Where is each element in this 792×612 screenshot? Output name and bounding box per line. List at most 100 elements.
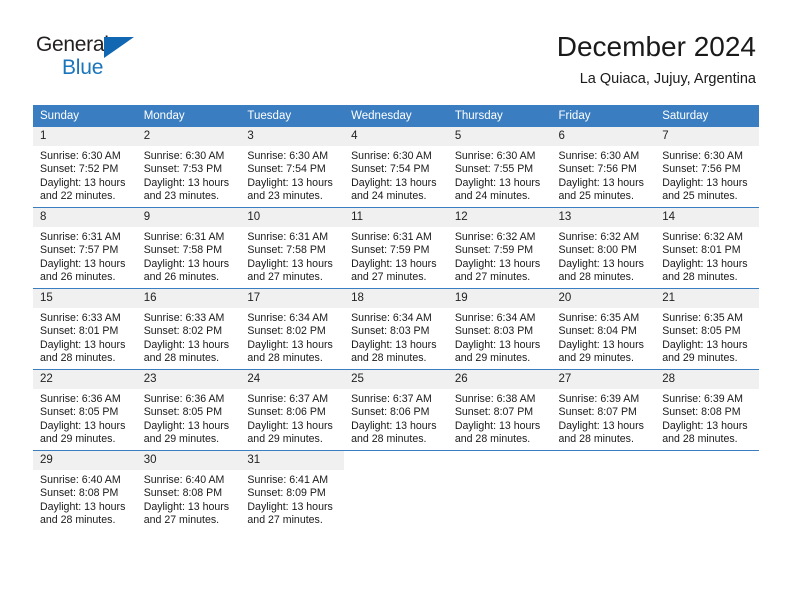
- day-info: Sunrise: 6:37 AM Sunset: 8:06 PM Daylight:…: [344, 389, 448, 447]
- calendar-day-cell-empty: [655, 451, 759, 531]
- day-number: 14: [655, 208, 759, 227]
- day-number: 17: [240, 289, 345, 308]
- day-number: 5: [447, 127, 552, 146]
- sunset-text: Sunset: 8:08 PM: [40, 487, 119, 500]
- daylight-text-line1: Daylight: 13 hours: [351, 338, 437, 351]
- calendar-day-cell[interactable]: 17 Sunrise: 6:34 AM Sunset: 8:02 PM Dayligh…: [240, 289, 345, 369]
- daylight-text-line2: and 25 minutes.: [662, 190, 738, 203]
- calendar-day-cell[interactable]: 2 Sunrise: 6:30 AM Sunset: 7:53 PM Daylight…: [136, 127, 241, 207]
- sunrise-text: Sunrise: 6:39 AM: [558, 393, 640, 405]
- sunset-text: Sunset: 7:56 PM: [558, 163, 637, 176]
- calendar-day-cell[interactable]: 12 Sunrise: 6:32 AM Sunset: 7:59 PM Dayligh…: [447, 208, 552, 288]
- daylight-text-line2: and 28 minutes.: [247, 352, 323, 365]
- calendar-day-cell[interactable]: 15 Sunrise: 6:33 AM Sunset: 8:01 PM Dayligh…: [33, 289, 137, 369]
- daylight-text-line1: Daylight: 13 hours: [247, 500, 333, 513]
- sunrise-text: Sunrise: 6:40 AM: [143, 474, 225, 486]
- calendar-day-cell[interactable]: 13 Sunrise: 6:32 AM Sunset: 8:00 PM Dayligh…: [551, 208, 656, 288]
- calendar-day-cell[interactable]: 9 Sunrise: 6:31 AM Sunset: 7:58 PM Daylight…: [136, 208, 241, 288]
- daylight-text-line1: Daylight: 13 hours: [143, 500, 230, 513]
- day-number: 3: [240, 127, 345, 146]
- calendar-day-cell[interactable]: 18 Sunrise: 6:34 AM Sunset: 8:03 PM Dayligh…: [344, 289, 448, 369]
- calendar-day-cell[interactable]: 28 Sunrise: 6:39 AM Sunset: 8:08 PM Dayligh…: [655, 370, 759, 450]
- sunrise-text: Sunrise: 6:32 AM: [662, 231, 743, 243]
- calendar-day-cell[interactable]: 11 Sunrise: 6:31 AM Sunset: 7:59 PM Dayligh…: [344, 208, 448, 288]
- calendar-day-cell[interactable]: 23 Sunrise: 6:36 AM Sunset: 8:05 PM Dayligh…: [136, 370, 241, 450]
- daylight-text-line2: and 25 minutes.: [558, 190, 634, 203]
- day-info: Sunrise: 6:32 AM Sunset: 8:00 PM Daylight:…: [552, 227, 656, 285]
- calendar-day-cell[interactable]: 16 Sunrise: 6:33 AM Sunset: 8:02 PM Dayligh…: [136, 289, 241, 369]
- calendar-day-cell[interactable]: 25 Sunrise: 6:37 AM Sunset: 8:06 PM Dayligh…: [344, 370, 448, 450]
- sunrise-text: Sunrise: 6:37 AM: [247, 393, 329, 405]
- sunrise-text: Sunrise: 6:36 AM: [143, 393, 225, 405]
- sunset-text: Sunset: 8:07 PM: [454, 406, 534, 419]
- day-info: Sunrise: 6:30 AM Sunset: 7:53 PM Daylight:…: [137, 146, 241, 204]
- weekday-header-monday: Monday: [136, 105, 241, 127]
- sunrise-text: Sunrise: 6:36 AM: [40, 393, 121, 405]
- sunset-text: Sunset: 8:05 PM: [143, 406, 223, 419]
- title-block: December 2024 La Quiaca, Jujuy, Argentin…: [557, 30, 756, 89]
- daylight-text-line1: Daylight: 13 hours: [143, 338, 230, 351]
- day-info: Sunrise: 6:40 AM Sunset: 8:08 PM Daylight:…: [33, 470, 137, 528]
- daylight-text-line1: Daylight: 13 hours: [247, 338, 333, 351]
- daylight-text-line1: Daylight: 13 hours: [558, 338, 644, 351]
- daylight-text-line2: and 29 minutes.: [662, 352, 738, 365]
- day-info: Sunrise: 6:30 AM Sunset: 7:54 PM Daylight:…: [240, 146, 344, 204]
- calendar-week-row: 22 Sunrise: 6:36 AM Sunset: 8:05 PM Dayligh…: [33, 370, 759, 450]
- calendar-day-cell[interactable]: 22 Sunrise: 6:36 AM Sunset: 8:05 PM Dayligh…: [33, 370, 137, 450]
- calendar-week-row: 8 Sunrise: 6:31 AM Sunset: 7:57 PM Daylight…: [33, 208, 759, 288]
- calendar-day-cell[interactable]: 10 Sunrise: 6:31 AM Sunset: 7:58 PM Dayligh…: [240, 208, 345, 288]
- sunset-text: Sunset: 7:53 PM: [143, 163, 223, 176]
- daylight-text-line1: Daylight: 13 hours: [40, 338, 126, 351]
- day-number: 15: [33, 289, 137, 308]
- day-number: [344, 451, 448, 470]
- daylight-text-line2: and 28 minutes.: [40, 514, 116, 527]
- sunrise-text: Sunrise: 6:34 AM: [247, 312, 329, 324]
- daylight-text-line1: Daylight: 13 hours: [40, 500, 126, 513]
- sunset-text: Sunset: 8:02 PM: [143, 325, 223, 338]
- day-info: Sunrise: 6:31 AM Sunset: 7:58 PM Daylight:…: [137, 227, 241, 285]
- daylight-text-line2: and 27 minutes.: [247, 271, 323, 284]
- sunrise-text: Sunrise: 6:33 AM: [143, 312, 225, 324]
- sunrise-text: Sunrise: 6:30 AM: [558, 150, 640, 162]
- calendar-day-cell[interactable]: 14 Sunrise: 6:32 AM Sunset: 8:01 PM Dayligh…: [655, 208, 759, 288]
- calendar-day-cell[interactable]: 29 Sunrise: 6:40 AM Sunset: 8:08 PM Dayligh…: [33, 451, 137, 531]
- calendar-day-cell[interactable]: 20 Sunrise: 6:35 AM Sunset: 8:04 PM Dayligh…: [551, 289, 656, 369]
- calendar-day-cell[interactable]: 7 Sunrise: 6:30 AM Sunset: 7:56 PM Daylight…: [655, 127, 759, 207]
- calendar-day-cell[interactable]: 5 Sunrise: 6:30 AM Sunset: 7:55 PM Daylight…: [447, 127, 552, 207]
- calendar-day-cell[interactable]: 30 Sunrise: 6:40 AM Sunset: 8:08 PM Dayligh…: [136, 451, 241, 531]
- day-info: Sunrise: 6:34 AM Sunset: 8:03 PM Daylight:…: [344, 308, 448, 366]
- calendar-day-cell[interactable]: 24 Sunrise: 6:37 AM Sunset: 8:06 PM Dayligh…: [240, 370, 345, 450]
- calendar-day-cell[interactable]: 27 Sunrise: 6:39 AM Sunset: 8:07 PM Dayligh…: [551, 370, 656, 450]
- calendar-day-cell[interactable]: 19 Sunrise: 6:34 AM Sunset: 8:03 PM Dayligh…: [447, 289, 552, 369]
- weekday-header-friday: Friday: [551, 105, 656, 127]
- logo-text-general: General: [36, 33, 109, 56]
- sunset-text: Sunset: 8:05 PM: [40, 406, 119, 419]
- sunset-text: Sunset: 8:01 PM: [40, 325, 119, 338]
- day-info: Sunrise: 6:34 AM Sunset: 8:02 PM Daylight:…: [240, 308, 344, 366]
- day-number: 16: [136, 289, 241, 308]
- calendar-day-cell[interactable]: 6 Sunrise: 6:30 AM Sunset: 7:56 PM Daylight…: [551, 127, 656, 207]
- calendar-day-cell[interactable]: 21 Sunrise: 6:35 AM Sunset: 8:05 PM Dayligh…: [655, 289, 759, 369]
- daylight-text-line2: and 26 minutes.: [143, 271, 220, 284]
- calendar-day-cell[interactable]: 1 Sunrise: 6:30 AM Sunset: 7:52 PM Daylight…: [33, 127, 137, 207]
- day-info: Sunrise: 6:36 AM Sunset: 8:05 PM Daylight:…: [33, 389, 137, 447]
- sunset-text: Sunset: 8:00 PM: [558, 244, 637, 257]
- calendar-day-cell[interactable]: 31 Sunrise: 6:41 AM Sunset: 8:09 PM Dayligh…: [240, 451, 345, 531]
- daylight-text-line2: and 28 minutes.: [454, 433, 531, 446]
- day-number: 18: [344, 289, 448, 308]
- sunset-text: Sunset: 8:06 PM: [351, 406, 430, 419]
- daylight-text-line1: Daylight: 13 hours: [351, 257, 437, 270]
- daylight-text-line2: and 26 minutes.: [40, 271, 116, 284]
- daylight-text-line1: Daylight: 13 hours: [40, 419, 126, 432]
- calendar-day-cell[interactable]: 4 Sunrise: 6:30 AM Sunset: 7:54 PM Daylight…: [344, 127, 448, 207]
- general-blue-logo: General Blue: [36, 33, 166, 83]
- day-number: 26: [447, 370, 552, 389]
- calendar-day-cell[interactable]: 26 Sunrise: 6:38 AM Sunset: 8:07 PM Dayligh…: [447, 370, 552, 450]
- calendar-day-cell[interactable]: 8 Sunrise: 6:31 AM Sunset: 7:57 PM Daylight…: [33, 208, 137, 288]
- sunset-text: Sunset: 7:58 PM: [247, 244, 326, 257]
- daylight-text-line1: Daylight: 13 hours: [40, 176, 126, 189]
- daylight-text-line1: Daylight: 13 hours: [351, 419, 437, 432]
- daylight-text-line1: Daylight: 13 hours: [662, 257, 748, 270]
- day-info: Sunrise: 6:33 AM Sunset: 8:02 PM Daylight:…: [137, 308, 241, 366]
- calendar-day-cell[interactable]: 3 Sunrise: 6:30 AM Sunset: 7:54 PM Daylight…: [240, 127, 345, 207]
